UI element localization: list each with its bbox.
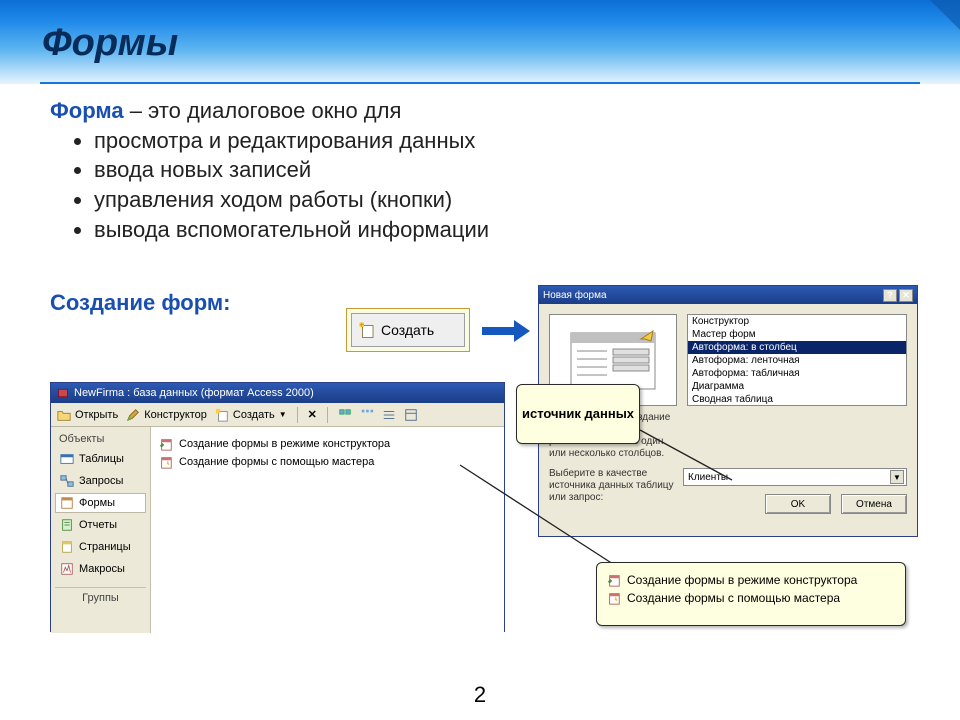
bullet-3: управления ходом работы (кнопки) [94,185,489,215]
sidebar-tables[interactable]: Таблицы [55,449,146,469]
access-sidebar: Объекты Таблицы Запросы Формы Отчеты Стр… [51,427,151,633]
toolbar-separator [297,407,298,423]
toolbar-view-small[interactable] [360,408,374,422]
option-wizard[interactable]: Мастер форм [688,328,906,341]
form-designer-icon [607,573,621,587]
toolbar-open-label: Открыть [75,409,118,421]
toolbar-delete[interactable]: ✕ [308,408,317,421]
create-button[interactable]: Создать [351,313,465,347]
ok-button[interactable]: OK [765,494,831,514]
sidebar-forms-label: Формы [79,497,115,509]
design-icon [126,408,140,422]
page-number: 2 [0,682,960,708]
sidebar-macros[interactable]: Макросы [55,559,146,579]
open-icon [57,408,71,422]
arrow-to-dialog [482,320,530,347]
report-icon [60,518,74,532]
toolbar-open[interactable]: Открыть [57,408,118,422]
large-icons-icon [338,408,352,422]
main-item-designer-label: Создание формы в режиме конструктора [179,438,390,450]
access-app-icon [57,387,69,399]
form-wizard-icon [159,455,173,469]
sidebar-queries[interactable]: Запросы [55,471,146,491]
new-form-icon [358,321,376,339]
callout-forms-item-2: Создание формы с помощью мастера [627,591,840,605]
toolbar-design[interactable]: Конструктор [126,408,207,422]
header-underline [40,82,920,84]
toolbar-create[interactable]: Создать ▼ [215,408,287,422]
form-type-list[interactable]: Конструктор Мастер форм Автоформа: в сто… [687,314,907,406]
callout-source-text: источник данных [522,406,634,422]
access-db-window: NewFirma : база данных (формат Access 20… [50,382,505,632]
option-autocolumn[interactable]: Автоформа: в столбец [688,341,906,354]
form-designer-icon [159,437,173,451]
option-autotape[interactable]: Автоформа: ленточная [688,354,906,367]
sidebar-pages[interactable]: Страницы [55,537,146,557]
dropdown-arrow-icon: ▼ [279,410,287,419]
chevron-down-icon: ▼ [893,473,901,482]
corner-accent [930,0,960,30]
toolbar-view-details[interactable] [404,408,418,422]
ok-label: OK [791,499,805,510]
sidebar-macros-label: Макросы [79,563,125,575]
sidebar-header: Объекты [55,431,146,447]
source-combobox-arrow[interactable]: ▼ [890,470,904,484]
term: Форма [50,98,124,123]
table-icon [60,452,74,466]
sidebar-reports-label: Отчеты [79,519,117,531]
form-wizard-icon [607,591,621,605]
option-pivot[interactable]: Сводная таблица [688,393,906,406]
help-button[interactable]: ? [883,289,897,302]
list-icon [382,408,396,422]
option-autotable[interactable]: Автоформа: табличная [688,367,906,380]
create-button-highlight: Создать [346,308,470,352]
sidebar-pages-label: Страницы [79,541,131,553]
small-icons-icon [360,408,374,422]
sidebar-forms[interactable]: Формы [55,493,146,513]
sidebar-groups: Группы [55,587,146,606]
toolbar-design-label: Конструктор [144,409,207,421]
create-icon [215,408,229,422]
page-icon [60,540,74,554]
bullet-1: просмотра и редактирования данных [94,126,489,156]
query-icon [60,474,74,488]
toolbar-view-large[interactable] [338,408,352,422]
option-constructor[interactable]: Конструктор [688,315,906,328]
access-main-area: Создание формы в режиме конструктора Соз… [151,427,504,633]
macro-icon [60,562,74,576]
main-item-wizard-label: Создание формы с помощью мастера [179,456,374,468]
definition-block: Форма – это диалоговое окно для просмотр… [50,96,489,244]
access-title-text: NewFirma : база данных (формат Access 20… [74,387,314,399]
toolbar-create-label: Создать [233,409,275,421]
cancel-label: Отмена [856,499,892,510]
toolbar-view-list[interactable] [382,408,396,422]
definition-tail: – это диалоговое окно для [124,98,402,123]
sidebar-queries-label: Запросы [79,475,123,487]
bullet-4: вывода вспомогательной информации [94,215,489,245]
slide-title: Формы [42,22,178,65]
create-button-label: Создать [381,322,434,338]
toolbar-separator [327,407,328,423]
callout-forms-item-1: Создание формы в режиме конструктора [627,573,857,587]
close-button[interactable]: ✕ [899,289,913,302]
form-icon [60,496,74,510]
callout-forms: Создание формы в режиме конструктора Соз… [596,562,906,626]
sidebar-tables-label: Таблицы [79,453,124,465]
option-diagram[interactable]: Диаграмма [688,380,906,393]
main-item-designer[interactable]: Создание формы в режиме конструктора [159,435,496,453]
cancel-button[interactable]: Отмена [841,494,907,514]
bullet-2: ввода новых записей [94,155,489,185]
access-titlebar[interactable]: NewFirma : база данных (формат Access 20… [51,383,504,403]
dialog-titlebar[interactable]: Новая форма ? ✕ [539,286,917,304]
details-icon [404,408,418,422]
sidebar-reports[interactable]: Отчеты [55,515,146,535]
dialog-title-text: Новая форма [543,290,607,301]
subhead: Создание форм: [50,290,230,316]
callout-source: источник данных [516,384,640,444]
main-item-wizard[interactable]: Создание формы с помощью мастера [159,453,496,471]
access-toolbar: Открыть Конструктор Создать ▼ ✕ [51,403,504,427]
